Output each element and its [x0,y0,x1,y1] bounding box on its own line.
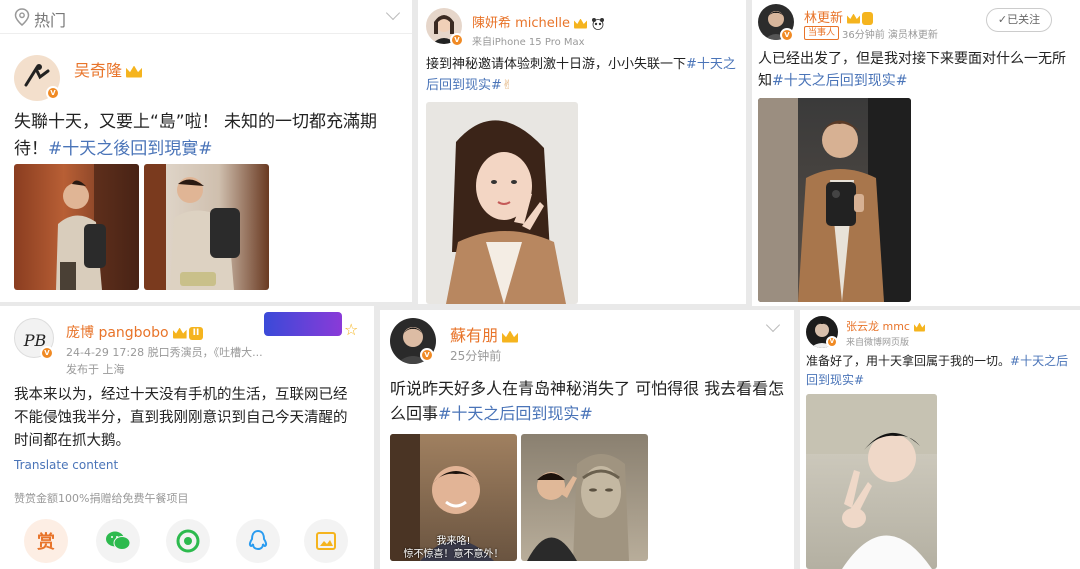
panda-icon [592,17,605,30]
image-icon [316,532,336,550]
level-badge: II [188,326,204,340]
username[interactable]: 张云龙 mmc [846,318,925,334]
post-text: 失聯十天，又要上“島”啦！ 未知的一切都充滿期待！#十天之後回到現實# [14,112,378,159]
post-text: 我本来以为，经过十天没有手机的生活，互联网已经不能侵蚀我半分，直到我刚刚意识到自… [14,387,348,449]
participant-tag: 当事人 [804,26,840,40]
qq-icon [248,529,268,551]
crown-icon [172,327,187,339]
wechat-share-button[interactable] [96,519,140,563]
post-source: 来自微博网页版 [846,338,910,348]
verified-badge-icon: V [46,86,60,100]
verified-badge-icon: V [40,346,54,360]
verified-badge-icon: V [420,348,434,362]
post-panel-1: 热门 V 吴奇隆 失聯十天，又要上“島”啦！ 未知的一切都充滿期待！#十天之後回… [0,0,412,302]
post-photo-2[interactable] [144,164,269,290]
hashtag-link[interactable]: #十天之後回到現實# [48,139,213,159]
location-icon [14,8,30,26]
post-text: 听说昨天好多人在青岛神秘消失了 可怕得很 我去看看怎么回事#十天之后回到现实# [390,379,785,423]
qq-share-button[interactable] [236,519,280,563]
event-banner-icon [264,312,342,336]
wechat-icon [106,531,131,550]
hashtag-link[interactable]: #十天之后回到现实# [772,73,907,89]
top-bar: 热门 [0,0,412,34]
translate-link[interactable]: Translate content [14,458,118,472]
post-panel-4: PB V 庞博 pangbobo II ☆ 24-4-29 17:28 脱口秀演员… [0,306,374,569]
post-panel-5: V 蘇有朋 25分钟前 听说昨天好多人在青岛神秘消失了 可怕得很 我去看看怎么回… [380,310,794,569]
post-photo-1[interactable] [14,164,139,290]
check-icon: ✓ [997,13,1008,26]
post-source: 来自iPhone 15 Pro Max [472,37,585,48]
hashtag-link[interactable]: #十天之后回到现实# [438,404,593,423]
hot-tab-label[interactable]: 热门 [34,7,66,31]
save-image-button[interactable] [304,519,348,563]
star-icon[interactable]: ☆ [344,320,358,339]
crown-icon [847,13,861,24]
crown-icon [502,330,519,343]
verified-badge-icon: V [826,336,838,348]
post-photo-1[interactable]: 我来咯! 惊不惊喜！意不意外！ [390,434,517,561]
username[interactable]: 吴奇隆 [74,57,143,81]
post-panel-2: V 陳妍希 michelle 来自iPhone 15 Pro Max 接到神秘邀… [418,0,746,304]
post-photo[interactable] [806,394,937,569]
victory-emoji-icon: ✌ [501,78,513,93]
post-photo-2[interactable] [521,434,648,561]
post-time: 25分钟前 [450,349,502,363]
meme-caption-2: 惊不惊喜！意不意外！ [403,549,504,560]
post-panel-3: V 林更新 当事人 36分钟前 演员林更新 ✓已关注 人已经出发了，但是我对接下… [752,0,1080,306]
post-photo[interactable] [758,98,911,302]
follow-button[interactable]: ✓已关注 [986,8,1052,32]
username[interactable]: 林更新 [804,7,874,26]
crown-icon [574,18,588,29]
post-photo[interactable] [426,102,578,304]
verified-badge-icon: V [780,28,794,42]
post-meta: 36分钟前 演员林更新 [842,30,938,41]
post-meta: 24-4-29 17:28 脱口秀演员，《吐槽大... [66,346,263,359]
post-text: 人已经出发了，但是我对接下来要面对什么一无所知#十天之后回到现实# [758,51,1066,89]
username[interactable]: 庞博 pangbobo II [66,322,204,342]
post-panel-6: V 张云龙 mmc 来自微博网页版 准备好了，用十天拿回属于我的一切。#十天之后… [800,310,1080,569]
expand-chevron-icon[interactable] [385,5,401,21]
charity-note: 赞赏金额100%捐赠给免费午餐项目 [14,492,189,505]
username[interactable]: 陳妍希 michelle [472,12,605,31]
moments-icon [176,529,200,553]
post-location: 发布于 上海 [66,363,125,376]
post-text: 接到神秘邀请体验刺激十日游，小小失联一下#十天之后回到现实#✌ [426,57,736,93]
crown-icon [126,65,143,78]
post-text: 准备好了，用十天拿回属于我的一切。#十天之后回到现实# [806,354,1069,387]
verified-badge-icon: V [450,33,464,47]
level-badge [862,12,874,25]
crown-icon [913,322,925,332]
reward-button[interactable]: 赏 [24,519,68,563]
username[interactable]: 蘇有朋 [450,322,519,346]
expand-chevron-icon[interactable] [765,317,781,333]
moments-share-button[interactable] [166,519,210,563]
